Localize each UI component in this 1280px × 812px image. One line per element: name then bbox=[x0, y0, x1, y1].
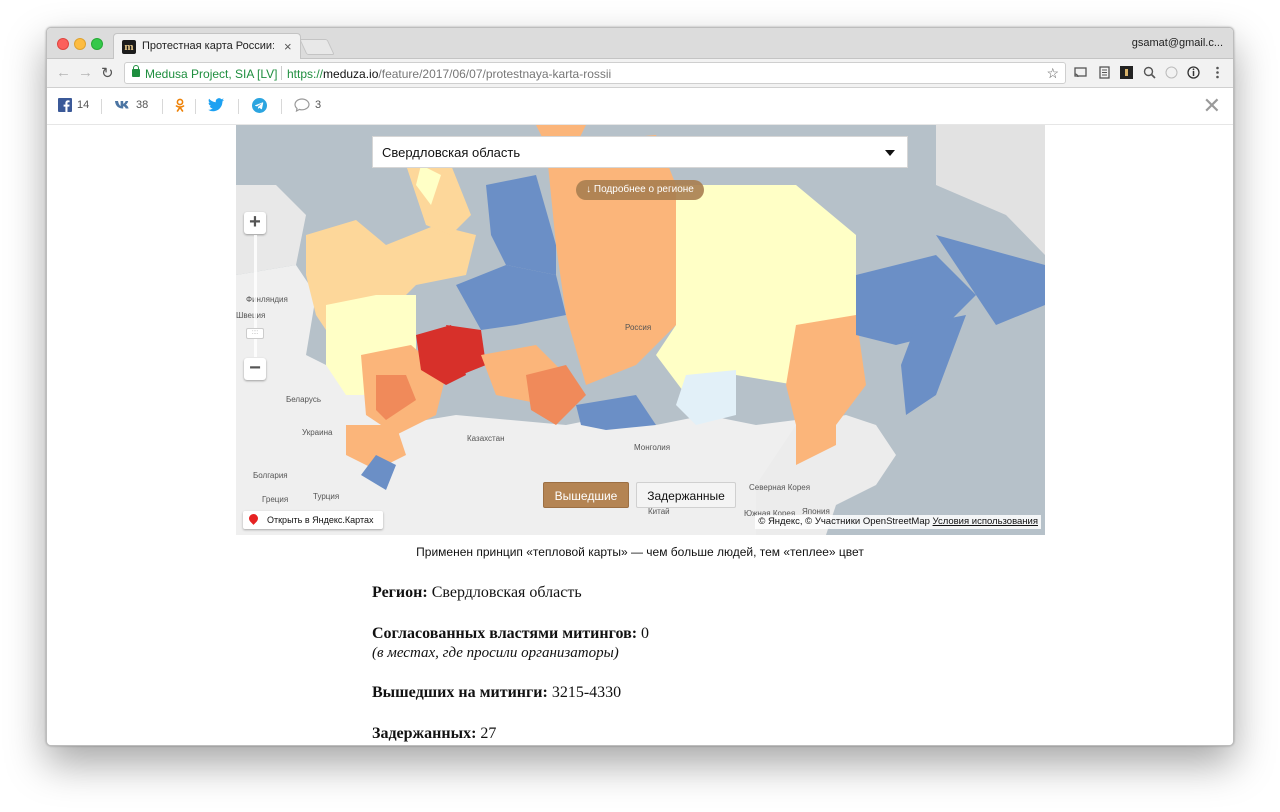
chevron-down-icon[interactable] bbox=[885, 150, 895, 156]
map-copyright: © Яндекс, © Участники OpenStreetMap Усло… bbox=[755, 515, 1041, 529]
fact-attended: Вышедших на митинги: 3215-4330 bbox=[372, 683, 932, 703]
toggle-detained-button[interactable]: Задержанные bbox=[636, 482, 736, 508]
back-arrow-icon[interactable]: ← bbox=[56, 64, 71, 81]
map-label-belarus: Беларусь bbox=[286, 395, 321, 404]
region-select-value: Свердловская область bbox=[382, 145, 521, 160]
browser-toolbar: ← → ↻ Medusa Project, SIA [LV] https://m… bbox=[47, 59, 1233, 88]
zoom-slider-handle[interactable]: :::: bbox=[246, 328, 264, 339]
toggle-attended-button[interactable]: Вышедшие bbox=[543, 482, 629, 508]
vk-share-button[interactable]: 38 bbox=[114, 98, 148, 114]
fact-region-value: Свердловская область bbox=[431, 584, 582, 601]
share-divider bbox=[162, 99, 163, 114]
telegram-icon bbox=[252, 98, 267, 113]
new-tab-button[interactable] bbox=[299, 39, 335, 55]
fact-approved: Согласованных властями митингов: 0 (в ме… bbox=[372, 624, 932, 662]
menu-dots-icon[interactable] bbox=[1211, 66, 1224, 79]
fact-detained: Задержанных: 27 bbox=[372, 724, 932, 744]
map-label-bulgaria: Болгария bbox=[253, 471, 288, 480]
share-divider bbox=[195, 99, 196, 114]
facebook-count: 14 bbox=[77, 99, 90, 111]
share-divider bbox=[281, 99, 282, 114]
comment-bubble-icon bbox=[294, 98, 310, 112]
map-pin-icon bbox=[247, 512, 260, 525]
zoom-out-button[interactable]: − bbox=[244, 358, 266, 380]
fact-detained-label: Задержанных: bbox=[372, 725, 477, 742]
info-icon[interactable] bbox=[1187, 66, 1200, 79]
address-separator bbox=[281, 66, 282, 80]
fact-attended-value: 3215-4330 bbox=[551, 684, 622, 701]
map-label-north-korea: Северная Корея bbox=[749, 483, 811, 492]
vk-count: 38 bbox=[136, 99, 149, 111]
open-in-yandex-maps-link[interactable]: Открыть в Яндекс.Картах bbox=[243, 511, 383, 529]
circle-extension-icon[interactable] bbox=[1165, 66, 1178, 79]
url-text[interactable]: https://meduza.io/feature/2017/06/07/pro… bbox=[287, 67, 611, 81]
fact-approved-value: 0 bbox=[641, 625, 650, 642]
facebook-icon bbox=[58, 98, 72, 112]
forward-arrow-icon[interactable]: → bbox=[78, 64, 93, 81]
tab-close-icon[interactable]: × bbox=[284, 39, 292, 54]
close-window-button[interactable] bbox=[57, 38, 69, 50]
telegram-share-button[interactable] bbox=[252, 98, 272, 114]
share-divider bbox=[101, 99, 102, 114]
fact-detained-value: 27 bbox=[480, 725, 497, 742]
region-facts: Регион: Свердловская область Согласованн… bbox=[372, 583, 932, 745]
extension-dark-icon[interactable] bbox=[1120, 66, 1133, 79]
twitter-share-button[interactable] bbox=[208, 98, 229, 114]
share-divider bbox=[238, 99, 239, 114]
bookmark-star-icon[interactable]: ☆ bbox=[1046, 65, 1059, 82]
lock-icon bbox=[132, 65, 140, 77]
browser-window: m Протестная карта России: Ск × gsamat@g… bbox=[46, 27, 1234, 746]
fact-region-label: Регион: bbox=[372, 584, 428, 601]
map-label-kazakhstan: Казахстан bbox=[467, 434, 505, 443]
tab-active[interactable]: m Протестная карта России: Ск × bbox=[113, 33, 301, 60]
fact-region: Регион: Свердловская область bbox=[372, 583, 932, 603]
reload-icon[interactable]: ↻ bbox=[101, 64, 114, 82]
reader-icon[interactable] bbox=[1098, 66, 1111, 79]
fact-attended-label: Вышедших на митинги: bbox=[372, 684, 548, 701]
region-select[interactable]: Свердловская область bbox=[372, 136, 908, 168]
url-domain: meduza.io bbox=[323, 67, 379, 81]
map-label-turkey: Турция bbox=[313, 492, 340, 501]
share-bar: 14 38 3 ✕ bbox=[47, 88, 1233, 125]
facebook-share-button[interactable]: 14 bbox=[58, 98, 89, 114]
maximize-window-button[interactable] bbox=[91, 38, 103, 50]
vk-icon bbox=[115, 101, 129, 109]
terms-of-use-link[interactable]: Условия использования bbox=[933, 516, 1038, 527]
fact-approved-note: (в местах, где просили организаторы) bbox=[372, 645, 619, 661]
map-label-mongolia: Монголия bbox=[634, 443, 671, 452]
twitter-icon bbox=[208, 98, 224, 112]
ok-share-button[interactable] bbox=[173, 98, 192, 114]
article-content: Финляндия Швеция Беларусь Украина Болгар… bbox=[47, 125, 1233, 745]
magnifier-icon[interactable] bbox=[1143, 66, 1156, 79]
close-article-icon[interactable]: ✕ bbox=[1203, 93, 1221, 119]
fact-approved-label: Согласованных властями митингов: bbox=[372, 625, 638, 642]
url-path: /feature/2017/06/07/protestnaya-karta-ro… bbox=[378, 67, 612, 81]
profile-name[interactable]: gsamat@gmail.c... bbox=[1132, 37, 1223, 49]
tab-strip: m Протестная карта России: Ск × gsamat@g… bbox=[47, 28, 1233, 60]
protest-heat-map[interactable]: Финляндия Швеция Беларусь Украина Болгар… bbox=[236, 125, 1045, 535]
map-caption: Применен принцип «тепловой карты» — чем … bbox=[416, 545, 864, 559]
address-bar[interactable]: Medusa Project, SIA [LV] https://meduza.… bbox=[124, 62, 1066, 84]
region-details-button[interactable]: ↓ Подробнее о регионе bbox=[576, 180, 704, 200]
map-label-finland: Финляндия bbox=[246, 295, 288, 304]
open-in-yandex-label: Открыть в Яндекс.Картах bbox=[267, 515, 374, 525]
copyright-text: © Яндекс, © Участники OpenStreetMap bbox=[758, 516, 930, 527]
url-scheme: https:// bbox=[287, 67, 324, 81]
map-label-greece: Греция bbox=[262, 495, 289, 504]
map-label-ukraine: Украина bbox=[302, 428, 333, 437]
comments-button[interactable]: 3 bbox=[294, 98, 321, 114]
meduza-favicon-icon: m bbox=[122, 40, 136, 54]
tab-title: Протестная карта России: Ск bbox=[142, 40, 274, 52]
cast-icon[interactable] bbox=[1074, 66, 1087, 79]
secure-label: Medusa Project, SIA [LV] bbox=[145, 67, 278, 81]
odnoklassniki-icon bbox=[175, 98, 185, 112]
map-label-sweden: Швеция bbox=[236, 311, 266, 320]
comments-count: 3 bbox=[315, 99, 322, 111]
minimize-window-button[interactable] bbox=[74, 38, 86, 50]
zoom-in-button[interactable]: + bbox=[244, 212, 266, 234]
map-label-russia: Россия bbox=[625, 323, 652, 332]
